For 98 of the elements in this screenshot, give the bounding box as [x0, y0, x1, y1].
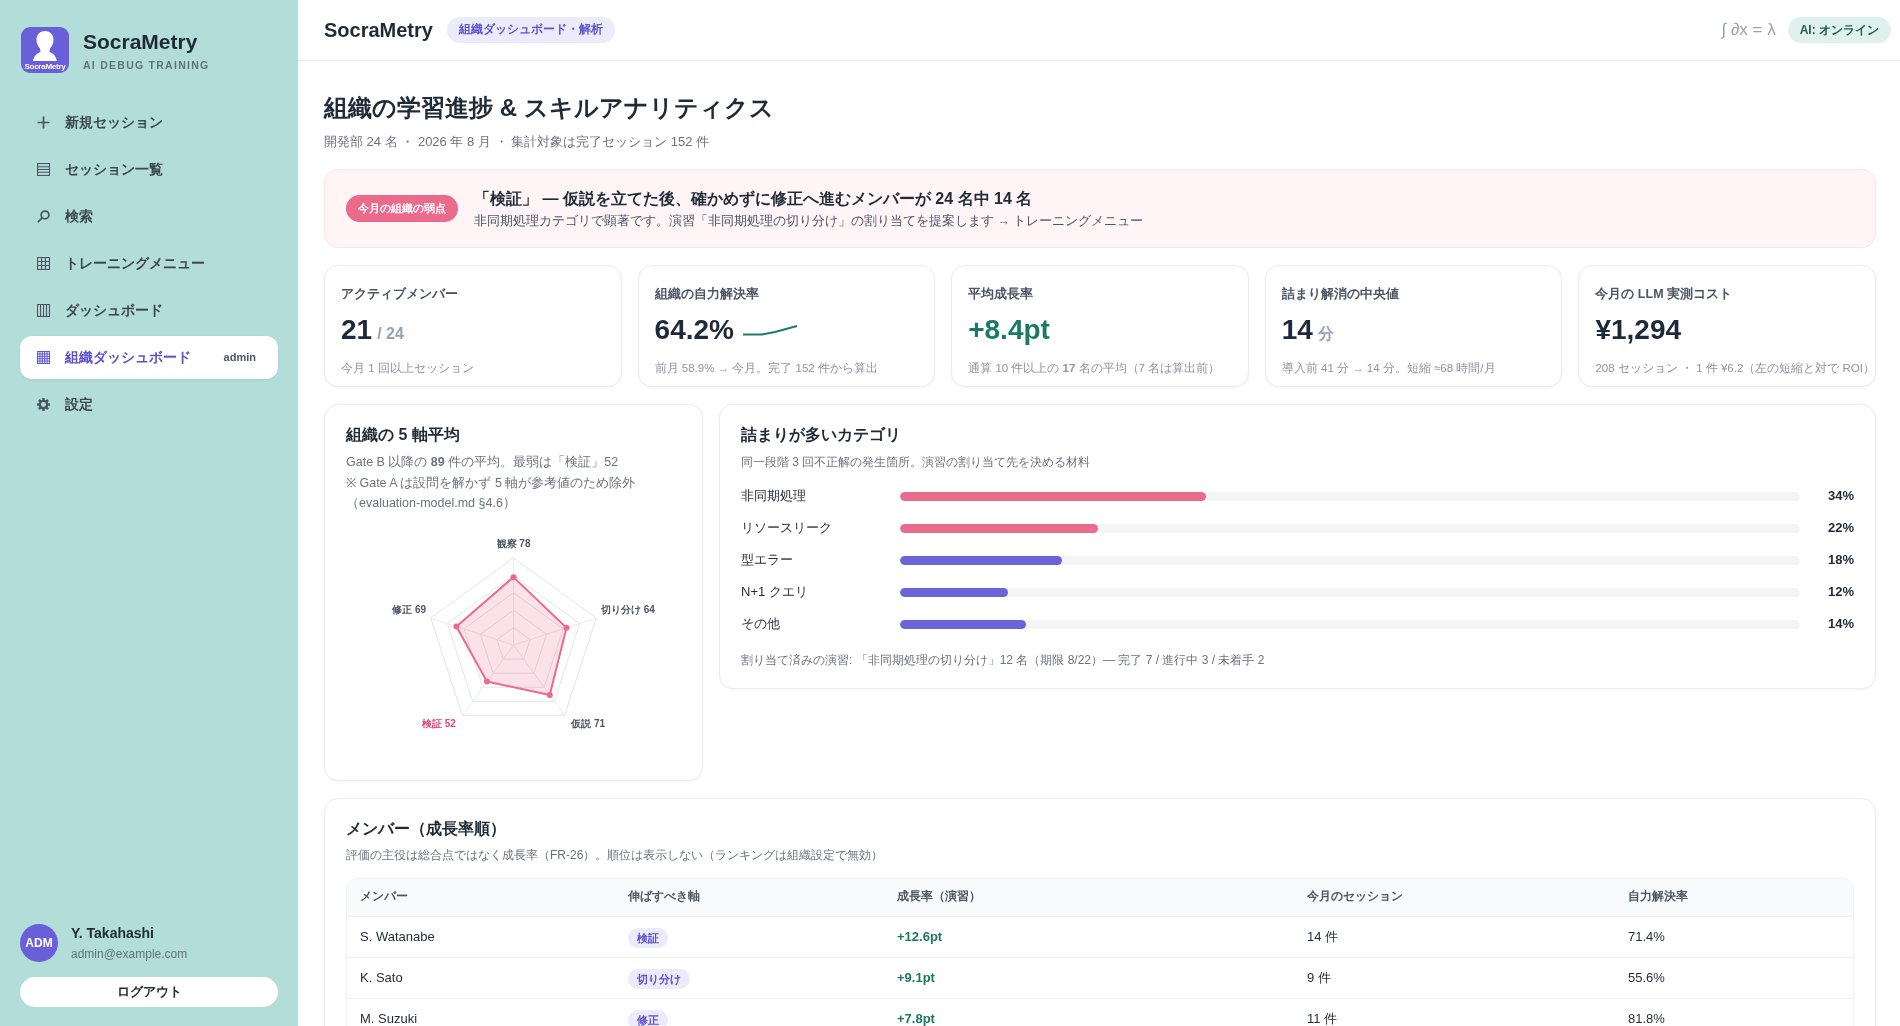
category-label: N+1 クエリ	[741, 583, 809, 602]
category-label: 非同期処理	[741, 487, 807, 506]
data-point	[563, 624, 570, 631]
page-subtitle: 開発部 24 名 ・ 2026 年 8 月 ・ 集計対象は完了セッション 152 件	[324, 133, 711, 151]
card-description: 同一段階 3 回不正解の発生箇所。演習の割り当て先を決める材料	[741, 454, 1092, 471]
axis-label: 検証 52	[422, 717, 456, 729]
data-point	[483, 678, 490, 685]
formula-text: ∫ ∂x = λ	[1721, 19, 1776, 42]
axis-tag: 切り分け	[628, 968, 690, 989]
kpi-note: 通算 10 件以上の 17 名の平均（7 名は算出前）	[968, 361, 1221, 376]
axis-label: 観察 78	[496, 537, 531, 549]
card-title: メンバー（成長率順）	[346, 818, 507, 839]
axis-tag: 検証	[628, 927, 668, 948]
logo-caption: SocraMetry	[24, 61, 66, 72]
nav-item[interactable]: 組織ダッシュボード admin	[20, 336, 278, 379]
category-label: リソースリーク	[741, 519, 833, 538]
user-avatar: ADM	[20, 924, 58, 962]
data-point	[510, 573, 517, 580]
search-icon	[37, 210, 50, 223]
column-header: 自力解決率	[1627, 888, 1689, 905]
kpi-label: 詰まり解消の中央値	[1281, 286, 1400, 303]
kpi-value: 64.2%	[654, 313, 734, 347]
axis-label: 切り分け 64	[601, 603, 655, 615]
card-footer: 割り当て済みの演習: 「非同期処理の切り分け」12 名（期限 8/22）— 完了 7 / 進行中 3 / 未着手 2	[741, 651, 1854, 669]
table-cell-text: S. Watanabe	[359, 927, 436, 946]
category-percent: 14%	[1826, 615, 1854, 634]
columns-icon	[37, 304, 50, 317]
table-cell-text: +12.6pt	[896, 927, 944, 946]
table-cell-text: 9 件	[1306, 968, 1332, 987]
kpi-label: 今月の LLM 実測コスト	[1595, 285, 1734, 303]
table-cell-text: 55.6%	[1627, 968, 1666, 987]
app-title: SocraMetry	[324, 18, 433, 43]
brand-tagline: AI DEBUG TRAINING	[83, 57, 210, 72]
category-label: 型エラー	[741, 551, 794, 570]
kpi-note: 今月 1 回以上セッション	[341, 361, 474, 376]
column-header: メンバー	[359, 889, 409, 905]
ai-status-badge: AI: オンライン	[1787, 17, 1891, 43]
page-title: 組織の学習進捗 & スキルアナリティクス	[324, 93, 775, 123]
column-header: 今月のセッション	[1306, 889, 1404, 905]
settings-icon	[37, 398, 50, 411]
kpi-value: ¥1,294	[1595, 313, 1682, 347]
sparkline	[742, 324, 798, 336]
card-description: 評価の主役は総合点ではなく成長率（FR-26）。順位は表示しない（ランキングは組織設定で無効）	[346, 846, 885, 864]
nav-item[interactable]: 設定	[20, 383, 278, 426]
nav-item[interactable]: 検索	[20, 195, 278, 238]
list-icon	[37, 163, 50, 176]
data-point	[546, 691, 553, 698]
table-cell-text: 81.8%	[1627, 1009, 1666, 1026]
kpi-value: 21	[341, 313, 373, 347]
logout-button[interactable]: ログアウト	[20, 977, 278, 1007]
alert-detail: 非同期処理カテゴリで顕著です。演習「非同期処理の切り分け」の割り当てを提案します → トレーニングメニュー	[474, 212, 1144, 230]
table-cell-text: +9.1pt	[896, 968, 936, 987]
brand-name: SocraMetry	[83, 28, 199, 55]
table-cell-text: 71.4%	[1627, 927, 1666, 946]
card-note: ※ Gate A は設問を解かず 5 軸が参考値のため除外（evaluation-model.md §4.6）	[346, 474, 637, 512]
kpi-value: +8.4pt	[968, 313, 1050, 347]
grid-icon	[37, 257, 50, 270]
nav-item[interactable]: ダッシュボード	[20, 289, 278, 332]
alert-tag: 今月の組織の弱点	[346, 195, 458, 222]
card-title: 組織の 5 軸平均	[346, 425, 461, 445]
axis-label: 仮説 71	[571, 717, 605, 729]
kpi-label: 平均成長率	[968, 286, 1035, 303]
kpi-note: 前月 58.9% → 今月。完了 152 件から算出	[654, 361, 878, 376]
card-title: 詰まりが多いカテゴリ	[741, 425, 902, 445]
kpi-label: アクティブメンバー	[341, 286, 459, 303]
category-percent: 22%	[1826, 519, 1854, 538]
kpi-value: 14	[1281, 313, 1313, 347]
page-badge: 組織ダッシュボード・解析	[446, 17, 615, 43]
plus-icon	[37, 116, 50, 129]
axis-tag: 修正	[628, 1009, 668, 1026]
table-cell-text: 14 件	[1306, 927, 1340, 946]
nav-item[interactable]: トレーニングメニュー	[20, 242, 278, 285]
user-email: admin@example.com	[71, 946, 188, 962]
bust-silhouette-icon	[33, 31, 57, 61]
axis-label: 修正 69	[392, 603, 426, 615]
alert-headline: 「検証」 — 仮説を立てた後、確かめずに修正へ進むメンバーが 24 名中 14 名	[474, 188, 1034, 210]
table-cell-text: 11 件	[1306, 1009, 1339, 1026]
dense-grid-icon	[37, 351, 50, 364]
data-point	[453, 622, 460, 629]
table-cell-text: M. Suzuki	[359, 1009, 419, 1026]
kpi-unit: / 24	[377, 324, 404, 344]
card-description: Gate B 以降の 89 件の平均。最弱は「検証」52	[346, 454, 620, 471]
table-cell-text: +7.8pt	[896, 1009, 936, 1026]
nav-item[interactable]: セッション一覧	[20, 148, 278, 191]
user-name: Y. Takahashi	[71, 924, 155, 943]
nav-item[interactable]: 新規セッション	[20, 101, 278, 144]
category-percent: 18%	[1826, 551, 1854, 570]
kpi-note: 導入前 41 分 → 14 分。短縮 ≈68 時間/月	[1281, 361, 1496, 376]
category-percent: 12%	[1826, 583, 1854, 602]
kpi-unit: 分	[1317, 324, 1334, 344]
kpi-label: 組織の自力解決率	[654, 286, 760, 303]
kpi-note: 208 セッション ・ 1 件 ¥6.2（左の短縮と対で ROI）	[1595, 361, 1875, 376]
category-percent: 34%	[1826, 487, 1854, 506]
category-label: その他	[741, 615, 781, 634]
column-header: 伸ばすべき軸	[626, 889, 701, 905]
table-cell-text: K. Sato	[359, 968, 404, 987]
column-header: 成長率（演習）	[896, 888, 982, 905]
role-label: admin	[223, 350, 256, 366]
